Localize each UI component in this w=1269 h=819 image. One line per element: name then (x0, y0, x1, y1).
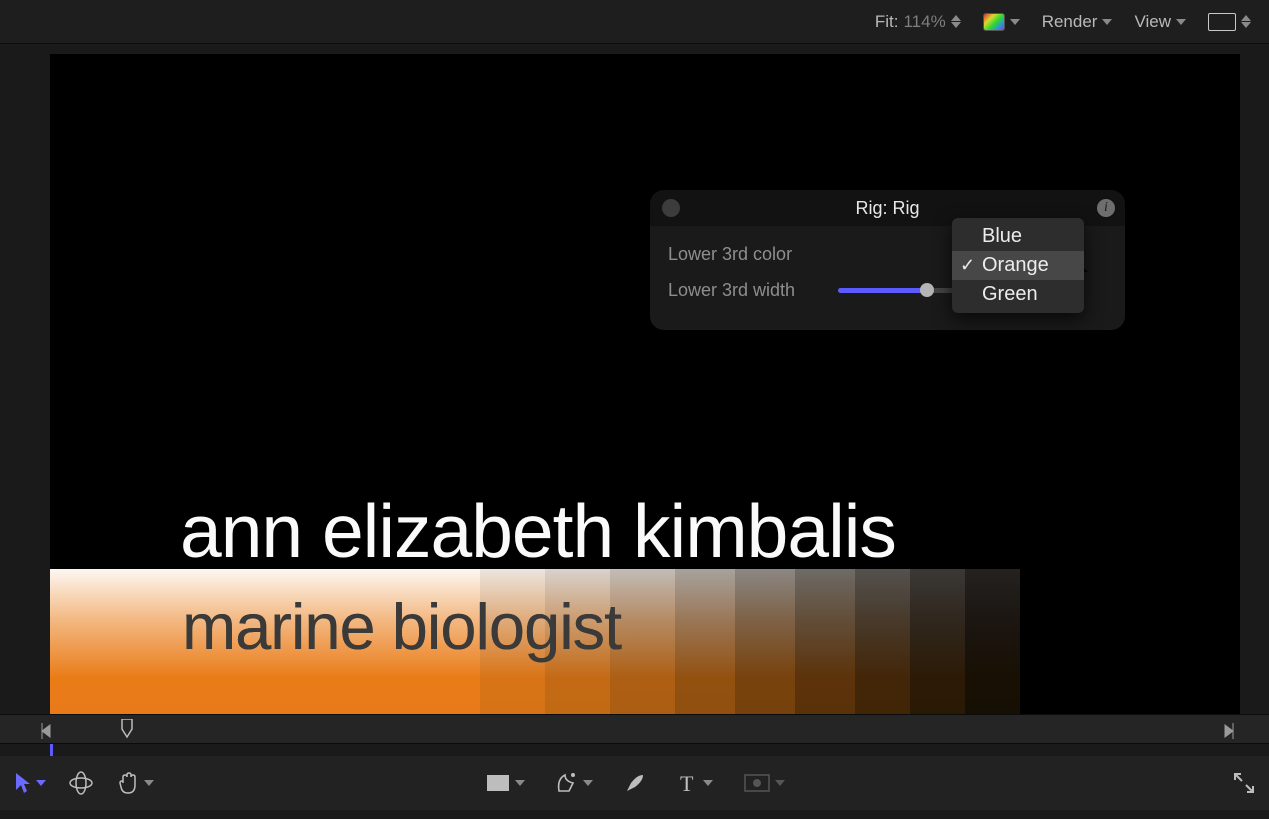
viewer-canvas-area: ann elizabeth kimbalis marine biologist … (0, 44, 1269, 714)
color-swatch-icon (983, 13, 1005, 31)
lower-third-title-text: marine biologist (182, 594, 621, 659)
svg-text:T: T (680, 772, 694, 794)
color-dropdown-menu[interactable]: Blue ✓ Orange Green (952, 218, 1084, 313)
pan-tool[interactable] (116, 771, 154, 795)
chevron-down-icon (1102, 19, 1112, 25)
chevron-down-icon (144, 780, 154, 786)
fit-zoom-control[interactable]: Fit: 114% (875, 12, 961, 32)
chevron-down-icon (775, 780, 785, 786)
pen-tool[interactable] (555, 771, 593, 795)
chevron-down-icon (703, 780, 713, 786)
viewer-top-toolbar: Fit: 114% Render View (0, 0, 1269, 44)
dropdown-option-green[interactable]: Green (952, 280, 1084, 309)
dropdown-option-orange[interactable]: ✓ Orange (952, 251, 1084, 280)
mini-timeline-ruler[interactable] (0, 714, 1269, 744)
mini-timeline-playhead (50, 744, 53, 756)
render-menu[interactable]: Render (1042, 12, 1113, 32)
layout-rect-icon (1208, 13, 1236, 31)
dropdown-option-orange-label: Orange (982, 254, 1049, 276)
viewer-canvas[interactable]: ann elizabeth kimbalis marine biologist (50, 54, 1240, 714)
chevron-down-icon (583, 780, 593, 786)
chevron-down-icon (1176, 19, 1186, 25)
mini-timeline[interactable] (0, 744, 1269, 756)
hud-body: Lower 3rd color Lower 3rd width Blue ✓ O… (650, 226, 1125, 330)
canvas-tool-toolbar: T (0, 756, 1269, 810)
stepper-icon (951, 15, 961, 28)
paint-tool[interactable] (623, 771, 647, 795)
fit-value: 114% (903, 12, 945, 32)
chevron-down-icon (1010, 19, 1020, 25)
text-tool[interactable]: T (677, 772, 713, 794)
slider-thumb[interactable] (920, 283, 934, 297)
tool-group-left (14, 770, 154, 796)
color-param-label: Lower 3rd color (668, 244, 818, 265)
checkmark-icon: ✓ (960, 255, 975, 276)
slider-fill (838, 288, 927, 293)
fullscreen-tool[interactable] (1233, 772, 1255, 794)
select-tool[interactable] (14, 772, 46, 794)
view-label: View (1134, 12, 1171, 32)
color-channel-control[interactable] (983, 13, 1020, 31)
dropdown-option-blue[interactable]: Blue (952, 222, 1084, 251)
lower-third-name-text: ann elizabeth kimbalis (180, 494, 896, 569)
chevron-down-icon (36, 780, 46, 786)
layout-control[interactable] (1208, 13, 1251, 31)
width-param-label: Lower 3rd width (668, 280, 818, 301)
chevron-down-icon (515, 780, 525, 786)
range-end-icon[interactable] (1223, 723, 1235, 744)
range-start-icon[interactable] (40, 723, 52, 744)
tool-group-center: T (485, 771, 785, 795)
3d-transform-tool[interactable] (68, 770, 94, 796)
hud-title: Rig: Rig (650, 198, 1125, 219)
render-label: Render (1042, 12, 1098, 32)
mask-tool[interactable] (743, 773, 785, 793)
shape-tool[interactable] (485, 773, 525, 793)
rig-hud-panel[interactable]: Rig: Rig i Lower 3rd color Lower 3rd wid… (650, 190, 1125, 330)
info-icon[interactable]: i (1097, 199, 1115, 217)
view-menu[interactable]: View (1134, 12, 1186, 32)
fit-label: Fit: (875, 12, 899, 32)
stepper-icon (1241, 15, 1251, 28)
